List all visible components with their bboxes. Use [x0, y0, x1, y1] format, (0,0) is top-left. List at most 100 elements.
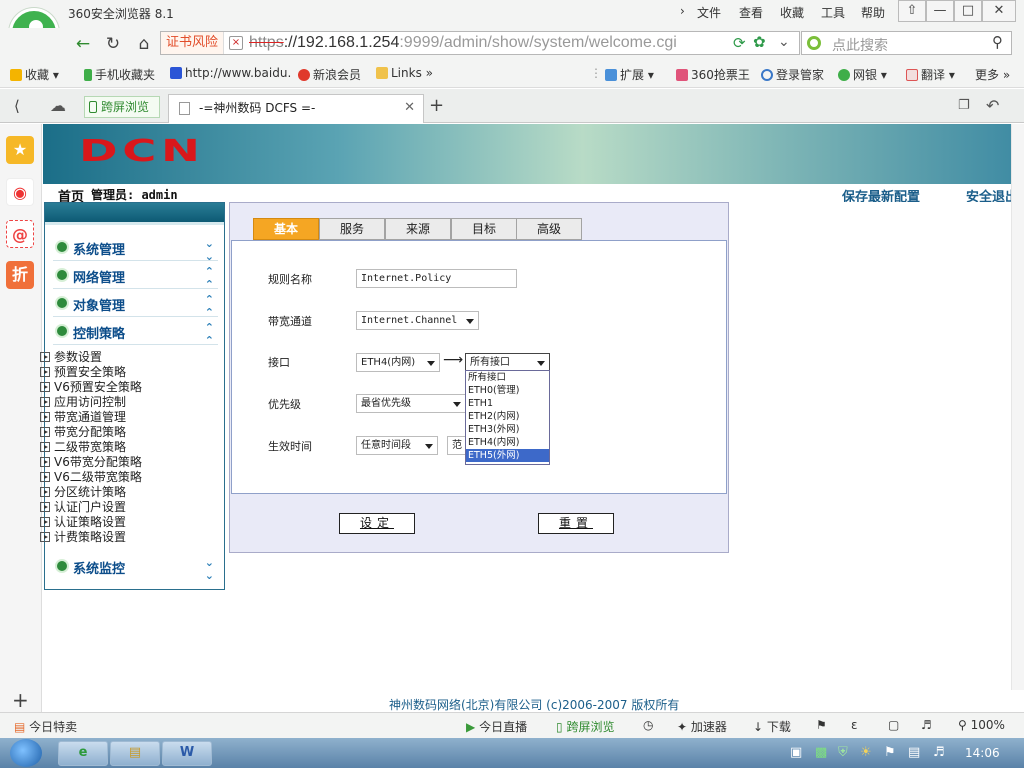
- priority-select[interactable]: 最省优先级: [356, 394, 466, 413]
- tab-list-icon[interactable]: ❐: [958, 98, 970, 113]
- interface-from-select[interactable]: ETH4(内网): [356, 353, 440, 372]
- taskbar-word-icon[interactable]: W: [162, 741, 212, 766]
- tray-wifi-icon[interactable]: ▤: [908, 745, 920, 760]
- tray-media-icon[interactable]: ▣: [790, 745, 802, 760]
- skin-icon[interactable]: ⇧: [898, 0, 926, 22]
- menu-cat-control-policy[interactable]: 控制策略 ⌃ ⌃: [53, 319, 218, 347]
- time-range-select[interactable]: 范: [447, 436, 467, 455]
- status-live[interactable]: ▶ 今日直播: [466, 718, 527, 735]
- add-sidebar-icon[interactable]: +: [12, 688, 29, 712]
- status-download[interactable]: ↓ 下载: [753, 718, 791, 735]
- bookmark-favorites[interactable]: 收藏 ▾: [10, 66, 59, 83]
- menu-help[interactable]: 帮助: [861, 4, 885, 21]
- double-chevron-up-icon[interactable]: ⌃ ⌃: [205, 293, 214, 319]
- leaf-icon[interactable]: ✿: [753, 33, 766, 51]
- reset-button[interactable]: 重置: [538, 513, 614, 534]
- menu-cat-network[interactable]: 网络管理 ⌃ ⌃: [53, 263, 218, 291]
- chevron-down-icon[interactable]: ⌄: [778, 34, 790, 50]
- menu-item-v6-bandwidth-allocation[interactable]: V6带宽分配策略: [40, 455, 142, 470]
- cert-warning-badge[interactable]: 证书风险: [161, 32, 225, 54]
- taskbar-explorer-icon[interactable]: ▤: [110, 741, 160, 766]
- chevron-right-icon[interactable]: ›: [680, 4, 685, 18]
- favorites-star-icon[interactable]: ★: [6, 136, 34, 164]
- tray-flag-icon[interactable]: ⚑: [884, 745, 896, 760]
- address-bar[interactable]: 证书风险 × https://192.168.1.254:9999/admin/…: [160, 31, 800, 55]
- menu-item-bandwidth-channel[interactable]: 带宽通道管理: [40, 410, 126, 425]
- double-chevron-down-icon[interactable]: ⌄ ⌄: [205, 556, 214, 582]
- menu-item-v6-preset-policy[interactable]: V6预置安全策略: [40, 380, 142, 395]
- menu-item-bandwidth-allocation[interactable]: 带宽分配策略: [40, 425, 126, 440]
- bookmark-links[interactable]: Links »: [376, 66, 433, 80]
- search-engine-icon[interactable]: [807, 36, 821, 50]
- status-accelerator[interactable]: ✦ 加速器: [677, 718, 727, 735]
- ext-translate[interactable]: 翻译 ▾: [906, 66, 955, 83]
- weibo-icon[interactable]: ◉: [6, 178, 34, 206]
- menu-item-preset-policy[interactable]: 预置安全策略: [40, 365, 126, 380]
- ext-ticket[interactable]: 360抢票王: [676, 66, 750, 83]
- ext-bank[interactable]: 网银 ▾: [838, 66, 887, 83]
- option-eth5[interactable]: ETH5(外网): [466, 449, 549, 462]
- sidebar-toggle-icon[interactable]: ⟨: [14, 97, 20, 115]
- taskbar-clock[interactable]: 14:06: [965, 746, 1000, 760]
- email-icon[interactable]: @: [6, 220, 34, 248]
- rule-name-input[interactable]: Internet.Policy: [356, 269, 517, 288]
- menu-item-auth-policy[interactable]: 认证策略设置: [40, 515, 126, 530]
- option-eth4[interactable]: ETH4(内网): [466, 436, 549, 449]
- compat-mode-icon[interactable]: ⟳: [733, 34, 746, 52]
- menu-favorites[interactable]: 收藏: [780, 4, 804, 21]
- menu-item-v6-second-bandwidth[interactable]: V6二级带宽策略: [40, 470, 142, 485]
- lock-broken-icon[interactable]: ×: [229, 36, 243, 50]
- zoom-level[interactable]: ⚲ 100%: [958, 718, 1005, 732]
- volume-icon[interactable]: ♬: [921, 718, 932, 732]
- tab-active[interactable]: -=神州数码 DCFS =- ✕: [168, 94, 424, 123]
- tray-shield-icon[interactable]: ⛨: [838, 745, 848, 760]
- taskbar-browser-icon[interactable]: e: [58, 741, 108, 766]
- tab-basic[interactable]: 基本: [253, 218, 319, 240]
- menu-cat-system[interactable]: 系统管理 ⌄ ⌄: [53, 235, 218, 263]
- double-chevron-up-icon[interactable]: ⌃ ⌃: [205, 265, 214, 291]
- menu-cat-object[interactable]: 对象管理 ⌃ ⌃: [53, 291, 218, 319]
- ie-icon[interactable]: ε: [851, 718, 858, 732]
- new-tab-icon[interactable]: +: [429, 95, 444, 116]
- maximize-button[interactable]: □: [954, 0, 982, 22]
- menu-item-auth-portal[interactable]: 认证门户设置: [40, 500, 126, 515]
- tray-360-icon[interactable]: ☀: [860, 745, 872, 760]
- option-eth1[interactable]: ETH1: [466, 397, 549, 410]
- screenshot-icon[interactable]: ▢: [888, 718, 899, 732]
- menu-cat-monitor[interactable]: 系统监控 ⌄ ⌄: [53, 554, 218, 582]
- start-button-icon[interactable]: [10, 739, 42, 767]
- option-eth3[interactable]: ETH3(外网): [466, 423, 549, 436]
- bookmark-mobile[interactable]: 手机收藏夹: [84, 66, 155, 83]
- menu-item-params[interactable]: 参数设置: [40, 350, 102, 365]
- option-eth2[interactable]: ETH2(内网): [466, 410, 549, 423]
- flag-icon[interactable]: ⚑: [816, 718, 827, 732]
- minimize-button[interactable]: —: [926, 0, 954, 22]
- menu-view[interactable]: 查看: [739, 4, 763, 21]
- search-input[interactable]: 点此搜索: [832, 35, 888, 55]
- bookmark-sina[interactable]: 新浪会员: [298, 66, 361, 83]
- tab-splitscreen[interactable]: 跨屏浏览: [84, 96, 160, 118]
- close-tab-icon[interactable]: ✕: [404, 95, 415, 121]
- daily-deals[interactable]: ▤ 今日特卖: [14, 718, 77, 735]
- menu-item-billing-policy[interactable]: 计费策略设置: [40, 530, 126, 545]
- ext-login-manager[interactable]: 登录管家: [761, 66, 824, 83]
- home-icon[interactable]: ⌂: [133, 33, 155, 55]
- tab-destination[interactable]: 目标: [451, 218, 517, 240]
- refresh-icon[interactable]: ↻: [102, 33, 124, 55]
- tab-service[interactable]: 服务: [319, 218, 385, 240]
- menu-item-second-bandwidth[interactable]: 二级带宽策略: [40, 440, 126, 455]
- interface-dropdown-list[interactable]: 所有接口 ETH0(管理) ETH1 ETH2(内网) ETH3(外网) ETH…: [465, 370, 550, 465]
- bookmark-baidu[interactable]: http://www.baidu.: [170, 66, 291, 80]
- option-all-interfaces[interactable]: 所有接口: [466, 371, 549, 384]
- back-arrow-icon[interactable]: ←: [72, 33, 94, 55]
- discount-icon[interactable]: 折: [6, 261, 34, 289]
- cloud-icon[interactable]: ☁: [50, 96, 66, 115]
- time-select[interactable]: 任意时间段: [356, 436, 438, 455]
- timer-icon[interactable]: ◷: [643, 718, 653, 732]
- url-text[interactable]: https://192.168.1.254:9999/admin/show/sy…: [249, 34, 677, 52]
- ext-more[interactable]: 更多 »: [975, 66, 1010, 83]
- status-splitscreen[interactable]: ▯ 跨屏浏览: [556, 718, 614, 735]
- search-box[interactable]: 点此搜索 ⚲: [801, 31, 1012, 55]
- tab-advanced[interactable]: 高级: [516, 218, 582, 240]
- tray-volume-icon[interactable]: ♬: [933, 745, 945, 760]
